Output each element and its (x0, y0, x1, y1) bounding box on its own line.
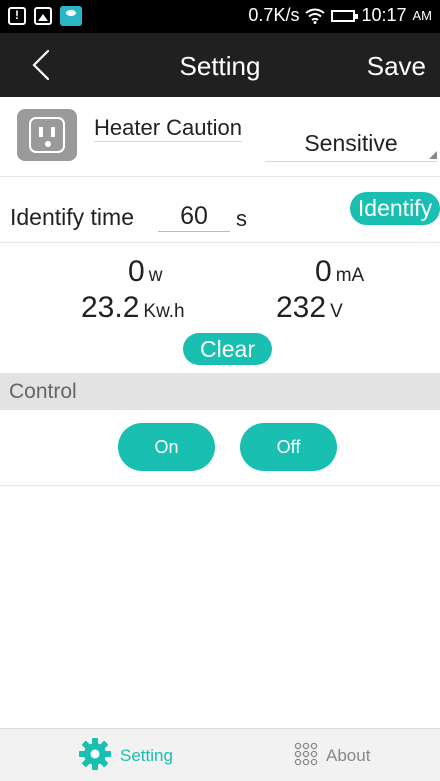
readings-panel: 0w 0 mA 23.2 Kw.h 232 V Clear (0, 243, 440, 373)
voltage-reading: 232 V (276, 291, 343, 325)
identify-button[interactable]: Identify (350, 192, 440, 225)
energy-unit: Kw.h (143, 301, 185, 322)
network-speed: 0.7K/s (248, 5, 300, 25)
status-bar: 0.7K/s 10:17 AM (0, 0, 440, 33)
app-notification-icon (60, 6, 82, 26)
alert-notification-icon (8, 7, 26, 25)
identify-time-label: Identify time (10, 204, 134, 230)
outlet-ground-hole (45, 141, 51, 147)
wifi-icon (305, 8, 326, 24)
current-value: 0 (315, 255, 332, 288)
voltage-unit: V (330, 301, 343, 322)
power-reading: 0w (128, 255, 162, 289)
control-section-header: Control (0, 373, 440, 410)
device-name-field[interactable]: Heater Caution (94, 116, 242, 142)
app-header: Setting Save (0, 33, 440, 97)
clock-time: 10:17 (361, 5, 407, 25)
energy-reading: 23.2 Kw.h (81, 291, 185, 325)
power-unit: w (148, 265, 163, 286)
save-button[interactable]: Save (367, 51, 426, 82)
status-right: 0.7K/s 10:17 AM (248, 5, 432, 26)
identify-row: Identify time 60 s Identify (0, 177, 440, 243)
identify-time-input[interactable]: 60 (158, 202, 230, 232)
notification-icons (8, 6, 82, 26)
gear-icon (78, 737, 112, 776)
mode-selected-value: Sensitive (304, 130, 398, 156)
nav-setting-label: Setting (120, 746, 173, 765)
power-outlet-icon (17, 109, 77, 161)
bottom-nav: Setting About (0, 728, 440, 781)
outlet-face (29, 117, 65, 153)
current-unit: mA (335, 265, 365, 286)
nav-about-label: About (326, 746, 371, 765)
clock-ampm: AM (412, 8, 433, 23)
battery-icon (331, 9, 359, 22)
nav-item-setting[interactable]: Setting (78, 737, 173, 776)
energy-value: 23.2 (81, 291, 140, 324)
on-button[interactable]: On (118, 423, 215, 471)
off-button[interactable]: Off (240, 423, 337, 471)
device-row: Heater Caution Sensitive (0, 97, 440, 177)
mode-select[interactable]: Sensitive (265, 130, 437, 162)
dropdown-caret-icon (429, 151, 437, 159)
grid-dots-icon (294, 742, 318, 771)
identify-time-unit: s (236, 206, 247, 231)
image-notification-icon (34, 7, 52, 25)
clear-button[interactable]: Clear (183, 333, 272, 365)
current-reading: 0 mA (315, 255, 364, 289)
control-row: On Off (0, 410, 440, 486)
voltage-value: 232 (276, 291, 327, 324)
power-value: 0 (128, 255, 145, 288)
nav-item-about[interactable]: About (294, 739, 370, 773)
